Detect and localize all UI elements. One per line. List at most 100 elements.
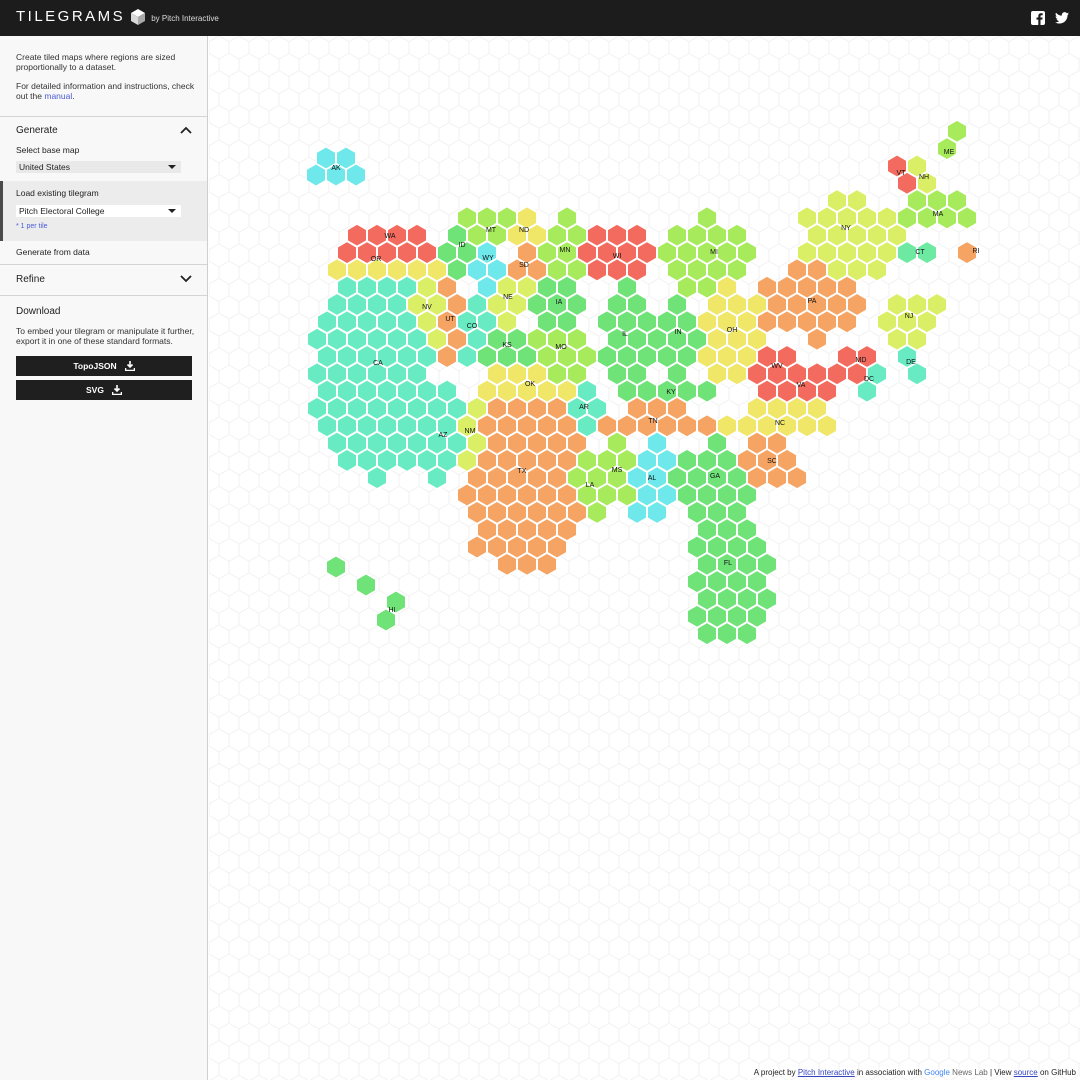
load-tilegram-label: Load existing tilegram — [16, 188, 99, 198]
base-map-select[interactable]: United States — [16, 161, 181, 173]
hex-tile-ca[interactable] — [336, 448, 358, 473]
hex-tile-pa[interactable] — [776, 309, 798, 334]
state-label-wi: WI — [613, 253, 622, 260]
state-label-tn: TN — [648, 418, 657, 425]
hex-tile-al[interactable] — [626, 500, 648, 525]
hex-tile-la[interactable] — [586, 500, 608, 525]
state-label-ne: NE — [503, 294, 513, 301]
dropdown-arrow-icon — [168, 209, 176, 213]
google-news-lab-logo[interactable]: Google News Lab — [924, 1068, 988, 1077]
hex-tile-tx[interactable] — [516, 552, 538, 577]
facebook-icon[interactable] — [1031, 11, 1045, 25]
app-byline: by Pitch Interactive — [151, 13, 219, 23]
hex-tile-ut[interactable] — [436, 344, 458, 369]
state-label-la: LA — [586, 482, 595, 489]
hex-tile-nc[interactable] — [796, 413, 818, 438]
manual-link[interactable]: manual — [44, 91, 72, 101]
hex-tile-tx[interactable] — [466, 534, 488, 560]
hex-tile-hi[interactable] — [325, 554, 347, 580]
state-label-fl: FL — [724, 560, 732, 567]
load-tilegram-select[interactable]: Pitch Electoral College — [16, 205, 181, 217]
state-label-ky: KY — [666, 389, 676, 396]
hex-tile-co[interactable] — [456, 344, 478, 369]
hex-tile-pa[interactable] — [836, 309, 858, 334]
hex-tile-tx[interactable] — [496, 552, 518, 577]
state-label-ny: NY — [841, 225, 851, 232]
brand[interactable]: TILEGRAMS by Pitch Interactive — [16, 8, 219, 25]
footer-middle: in association with — [856, 1068, 922, 1077]
load-tilegram-value: Pitch Electoral College — [19, 206, 105, 216]
state-label-de: DE — [906, 359, 916, 366]
state-label-wy: WY — [482, 255, 494, 262]
hex-tile-dc[interactable] — [856, 379, 878, 404]
base-map-value: United States — [19, 162, 71, 172]
hex-tile-sc[interactable] — [766, 465, 788, 490]
hex-tile-ca[interactable] — [396, 448, 418, 473]
intro-text: Create tiled maps where regions are size… — [16, 52, 196, 101]
hex-tile-ma[interactable] — [956, 205, 978, 230]
state-label-in: IN — [675, 329, 682, 336]
hex-tile-ny[interactable] — [866, 257, 888, 282]
google-wordmark: Google — [924, 1068, 950, 1077]
hex-tile-sc[interactable] — [786, 465, 808, 490]
state-label-vt: VT — [897, 170, 907, 177]
hex-tile-hi[interactable] — [355, 572, 377, 598]
state-label-nv: NV — [422, 304, 432, 311]
cube-logo-icon — [131, 8, 146, 25]
state-label-ok: OK — [525, 381, 535, 388]
footer-prefix: A project by — [753, 1068, 796, 1077]
topojson-download-button[interactable]: TopoJSON — [16, 356, 192, 376]
divider — [0, 264, 207, 265]
generate-from-data-link[interactable]: Generate from data — [16, 247, 90, 257]
twitter-icon[interactable] — [1055, 11, 1069, 25]
state-label-ca: CA — [373, 360, 383, 367]
hex-tile-tn[interactable] — [676, 413, 698, 438]
intro-line-2: For detailed information and instruction… — [16, 81, 196, 101]
hex-tile-oh[interactable] — [726, 361, 748, 386]
footer-suffix: on GitHub — [1039, 1068, 1076, 1077]
state-label-nm: NM — [465, 428, 476, 435]
pitch-interactive-link[interactable]: Pitch Interactive — [798, 1068, 855, 1077]
hex-tile-ca[interactable] — [366, 465, 388, 490]
hex-tile-ct[interactable] — [896, 240, 918, 265]
state-label-id: ID — [459, 242, 466, 249]
intro-line-2-suffix: . — [72, 91, 75, 101]
hex-tile-ky[interactable] — [696, 379, 718, 404]
state-label-ms: MS — [612, 467, 623, 474]
hex-tile-fl[interactable] — [736, 621, 758, 646]
state-label-il: IL — [622, 331, 628, 338]
intro-line-1: Create tiled maps where regions are size… — [16, 52, 176, 72]
hex-tile-az[interactable] — [426, 465, 448, 490]
tilegram-canvas[interactable]: AK HI WA OR CA NV ID MT WY UT CO AZ NM ND SD NE KS OK TX MN… — [209, 36, 1080, 1080]
state-label-sd: SD — [519, 262, 529, 269]
state-label-wv: WV — [771, 363, 783, 370]
sidebar: Create tiled maps where regions are size… — [0, 36, 208, 1080]
state-label-az: AZ — [439, 432, 449, 439]
tilegram-map[interactable]: AK HI WA OR CA NV ID MT WY UT CO AZ NM ND SD NE KS OK TX MN… — [209, 36, 1080, 1080]
chevron-down-icon[interactable] — [180, 275, 192, 283]
hex-tile-nc[interactable] — [816, 413, 838, 438]
hex-tile-fl[interactable] — [716, 621, 738, 646]
hex-tile-al[interactable] — [646, 500, 668, 525]
state-label-ia: IA — [556, 299, 563, 306]
hex-tile-ak[interactable] — [305, 162, 327, 188]
hex-tile-ak[interactable] — [345, 162, 367, 188]
refine-section-title[interactable]: Refine — [16, 274, 45, 285]
hex-tile-pa[interactable] — [806, 327, 828, 352]
source-link[interactable]: source — [1014, 1068, 1038, 1077]
load-tilegram-panel[interactable]: Load existing tilegram Pitch Electoral C… — [0, 181, 207, 241]
state-label-nd: ND — [519, 227, 529, 234]
load-tilegram-note: * 1 per tile — [16, 223, 48, 230]
hex-tile-tx[interactable] — [536, 552, 558, 577]
chevron-up-icon[interactable] — [180, 126, 192, 134]
svg-download-button[interactable]: SVG — [16, 380, 192, 400]
state-label-oh: OH — [727, 327, 738, 334]
topojson-label: TopoJSON — [73, 361, 117, 371]
generate-section-title[interactable]: Generate — [16, 125, 58, 136]
hex-tile-de[interactable] — [906, 361, 928, 386]
state-label-pa: PA — [808, 298, 817, 305]
hex-tile-fl[interactable] — [696, 621, 718, 646]
state-label-va: VA — [797, 382, 806, 389]
hex-tile-wi[interactable] — [586, 257, 608, 282]
footer: A project by Pitch Interactive in associ… — [754, 1068, 1076, 1077]
